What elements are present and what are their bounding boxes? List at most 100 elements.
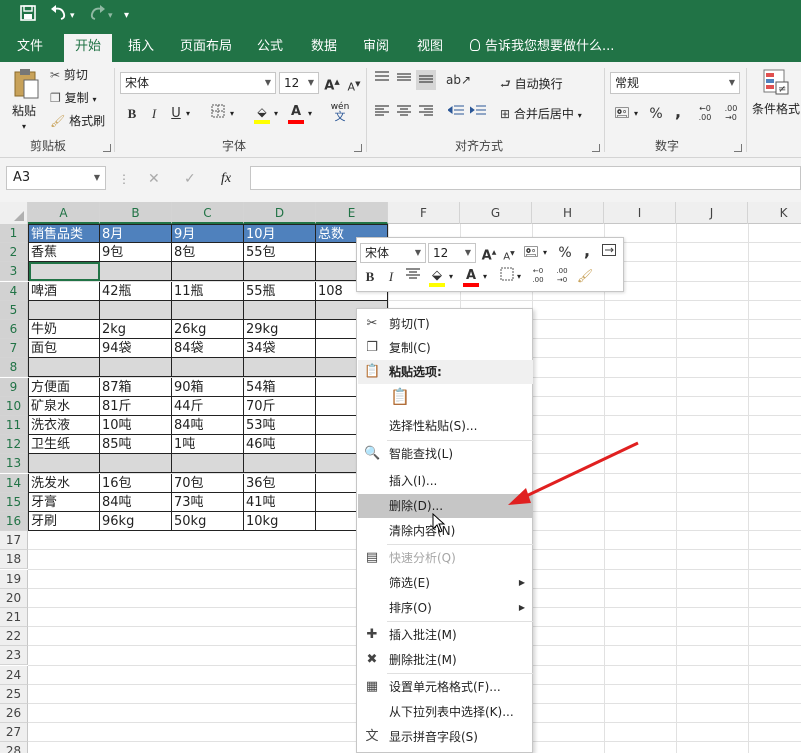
cell[interactable] [28,454,100,474]
column-header[interactable]: C [172,202,244,224]
row-header[interactable]: 17 [0,531,28,551]
tab-view[interactable]: 视图 [408,34,452,62]
cell[interactable]: 94袋 [100,339,172,359]
align-top-icon[interactable] [372,70,392,90]
grow-font-button[interactable]: A▲ [322,72,342,93]
row-header[interactable]: 12 [0,435,28,455]
tab-page-layout[interactable]: 页面布局 [174,34,238,62]
cell[interactable]: 29kg [244,320,316,339]
row-header[interactable]: 25 [0,684,28,704]
enter-icon[interactable]: ✓ [184,170,196,188]
cell[interactable]: 85吨 [100,435,172,455]
cell[interactable]: 42瓶 [100,281,172,301]
cell[interactable] [244,454,316,474]
row-header[interactable]: 13 [0,454,28,474]
fill-color-button[interactable]: ⬙ [252,102,272,124]
menu-item-item-6[interactable]: 插入(I)... [358,469,533,493]
italic-button[interactable]: I [144,104,164,124]
cell[interactable] [172,300,244,320]
column-header[interactable]: E [316,202,388,224]
menu-item-quick-analysis[interactable]: ▤ 快速分析(Q) [358,546,533,570]
menu-item-item-11[interactable]: 排序(O) ▶ [358,596,533,620]
row-header[interactable]: 3 [0,262,28,282]
comma-button[interactable]: , [668,102,688,122]
cell[interactable]: 55瓶 [244,281,316,301]
mini-increase-decimal-icon[interactable]: ←0.00 [527,267,549,287]
menu-item-format-cells[interactable]: ▦ 设置单元格格式(F)... [358,675,533,699]
menu-item-item-10[interactable]: 筛选(E) ▶ [358,571,533,595]
row-header[interactable]: 9 [0,377,28,397]
row-header[interactable]: 21 [0,608,28,627]
row-header[interactable]: 14 [0,473,28,493]
cell[interactable]: 11瓶 [172,281,244,301]
row-header[interactable]: 6 [0,320,28,339]
menu-item-phonetic[interactable]: 文显示拼音字段(S) [358,725,533,749]
bold-button[interactable]: B [122,104,142,124]
number-launcher-icon[interactable] [734,144,742,152]
fill-color-dropdown-icon[interactable]: ▾ [274,105,278,123]
align-bottom-icon[interactable] [416,70,436,90]
tab-review[interactable]: 审阅 [354,34,398,62]
mini-accounting-dropdown-icon[interactable]: ▾ [543,244,547,262]
align-left-icon[interactable] [372,104,392,124]
row-header[interactable]: 22 [0,627,28,647]
cell[interactable]: 54箱 [244,377,316,397]
cell[interactable] [172,454,244,474]
cell[interactable]: 87箱 [100,377,172,397]
cell[interactable]: 矿泉水 [28,396,100,416]
cell[interactable]: 90箱 [172,377,244,397]
column-header[interactable]: D [244,202,316,224]
cell[interactable] [244,262,316,282]
cell[interactable]: 9月 [172,224,244,243]
decrease-indent-icon[interactable] [446,104,466,124]
column-header[interactable]: H [532,202,604,224]
mini-comma-button[interactable]: , [577,241,597,261]
row-header[interactable]: 16 [0,512,28,531]
cell[interactable] [244,358,316,378]
cell[interactable] [100,262,172,282]
format-painter-button[interactable]: 🖌 格式刷 [50,112,105,130]
row-header[interactable]: 2 [0,243,28,263]
mini-fill-color-icon[interactable]: ⬙ [427,266,447,287]
cell[interactable]: 10吨 [100,416,172,435]
column-header[interactable]: I [604,202,676,224]
undo-dropdown-icon[interactable]: ▾ [70,5,75,27]
mini-font-color-icon[interactable]: A [461,266,481,287]
tab-file[interactable]: 文件 [8,34,52,62]
row-header[interactable]: 26 [0,704,28,723]
cell[interactable] [28,300,100,320]
tab-data[interactable]: 数据 [302,34,346,62]
column-header[interactable]: F [388,202,460,224]
mini-shrink-font-icon[interactable]: A▼ [499,244,519,264]
tab-formulas[interactable]: 公式 [248,34,292,62]
cell[interactable]: 洗衣液 [28,416,100,435]
mini-decrease-decimal-icon[interactable]: .00 →0 [551,267,573,287]
cell[interactable]: 46吨 [244,435,316,455]
cell[interactable]: 销售品类 [28,224,100,243]
cell[interactable]: 70包 [172,473,244,493]
row-header[interactable]: 10 [0,396,28,416]
accounting-format-icon[interactable]: 🖭 [612,104,632,124]
menu-item-delete-comment[interactable]: ✖ 删除批注(M) [358,648,533,672]
menu-item-insert-comment[interactable]: ✚ 插入批注(M) [358,623,533,647]
column-header[interactable]: A [28,202,100,224]
cell[interactable] [172,262,244,282]
underline-button[interactable]: U [166,104,186,124]
formula-input[interactable] [250,166,801,190]
cell[interactable]: 73吨 [172,492,244,512]
menu-item-item-4[interactable]: 选择性粘贴(S)... [358,414,533,438]
row-header[interactable]: 15 [0,492,28,512]
cell[interactable]: 44斤 [172,396,244,416]
mini-format-painter-icon[interactable]: 🖌 [575,267,595,287]
wrap-text-button[interactable]: ⮐ 自动换行 [500,75,563,93]
cell[interactable] [100,454,172,474]
merge-center-button[interactable]: ⊞ 合并后居中 ▾ [500,105,582,125]
cell[interactable]: 26kg [172,320,244,339]
cell[interactable]: 洗发水 [28,473,100,493]
cell[interactable]: 牙刷 [28,512,100,531]
border-button[interactable] [208,104,228,124]
cell[interactable]: 84吨 [172,416,244,435]
name-box[interactable]: A3 ▼ [6,166,106,190]
row-header[interactable]: 18 [0,550,28,570]
cell[interactable]: 96kg [100,512,172,531]
